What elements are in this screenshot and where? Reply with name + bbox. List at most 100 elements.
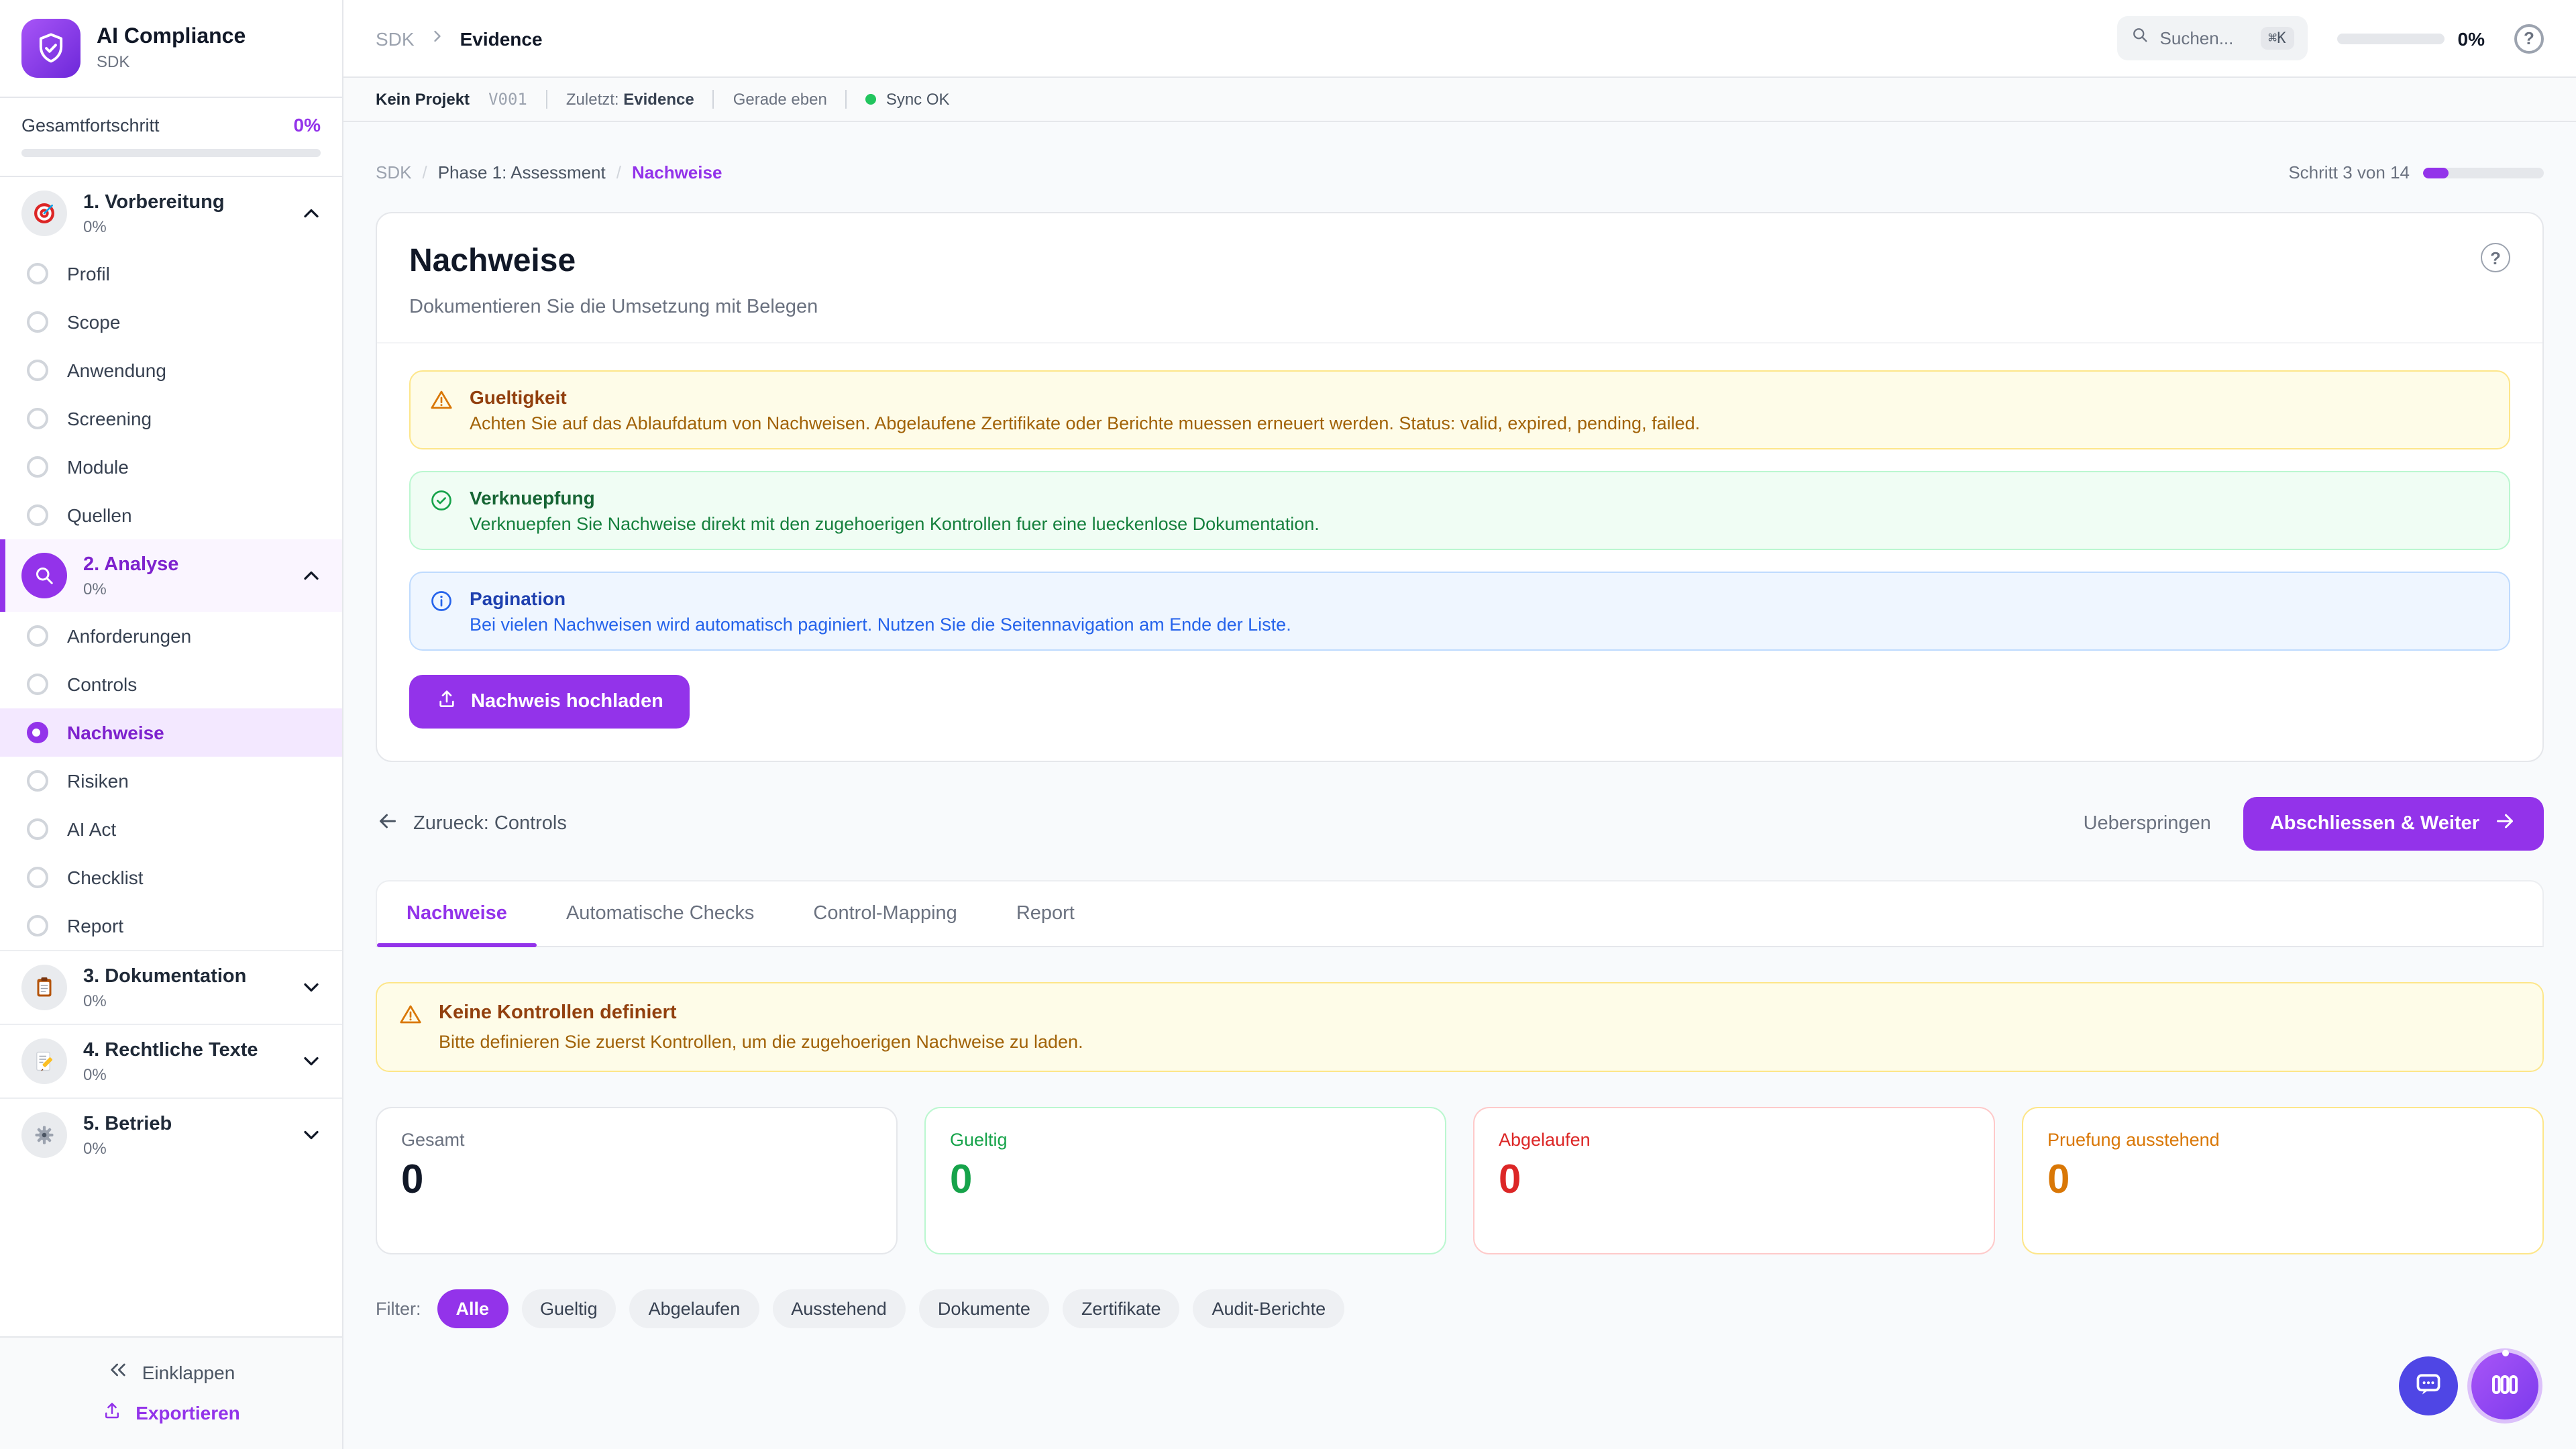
sidebar-item-quellen[interactable]: Quellen <box>0 491 342 539</box>
step-label: Schritt 3 von 14 <box>2288 162 2410 182</box>
collapse-label: Einklappen <box>142 1361 235 1383</box>
sidebar-footer: Einklappen Exportieren <box>0 1336 342 1449</box>
tab-report[interactable]: Report <box>987 881 1104 946</box>
sidebar-item-anwendung[interactable]: Anwendung <box>0 346 342 394</box>
page-title: Nachweise <box>409 243 818 280</box>
filter-pill-dokumente[interactable]: Dokumente <box>919 1289 1049 1328</box>
sidebar-item-nachweise[interactable]: Nachweise <box>0 708 342 757</box>
filter-pill-abgelaufen[interactable]: Abgelaufen <box>630 1289 759 1328</box>
divider <box>846 90 847 109</box>
info-box-text: Verknuepfen Sie Nachweise direkt mit den… <box>470 514 1320 534</box>
stat-card-pruefung-ausstehend: Pruefung ausstehend 0 <box>2022 1107 2544 1254</box>
main-area: SDK Evidence Suchen... ⌘K 0% ? Kein Proj… <box>343 0 2576 1449</box>
tab-control-mapping[interactable]: Control-Mapping <box>784 881 986 946</box>
sidebar-item-module[interactable]: Module <box>0 443 342 491</box>
sidebar-item-label: Checklist <box>67 867 144 888</box>
memo-icon <box>21 1038 67 1084</box>
filter-pill-zertifikate[interactable]: Zertifikate <box>1063 1289 1180 1328</box>
last-step: Zuletzt: Evidence <box>566 90 694 109</box>
section-title: 4. Rechtliche Texte <box>83 1040 258 1061</box>
sidebar-nav: 1. Vorbereitung 0% Profil Scope Anwendun… <box>0 177 342 1336</box>
sidebar-item-controls[interactable]: Controls <box>0 660 342 708</box>
card-help-icon[interactable]: ? <box>2481 243 2510 272</box>
radio-icon <box>27 915 48 936</box>
sidebar-item-label: Anforderungen <box>67 625 191 647</box>
collapse-sidebar-button[interactable]: Einklappen <box>107 1359 235 1385</box>
sidebar-item-scope[interactable]: Scope <box>0 298 342 346</box>
breadcrumb-current: Evidence <box>460 28 543 49</box>
chat-fab-button[interactable] <box>2399 1356 2458 1415</box>
complete-next-button[interactable]: Abschliessen & Weiter <box>2243 797 2544 851</box>
upload-icon <box>436 688 458 715</box>
sidebar-section-betrieb[interactable]: 5. Betrieb 0% <box>0 1097 342 1171</box>
overall-progress-label: Gesamtfortschritt <box>21 115 160 135</box>
sidebar-item-risiken[interactable]: Risiken <box>0 757 342 805</box>
sidebar-item-report[interactable]: Report <box>0 902 342 950</box>
warning-triangle-icon <box>429 386 453 433</box>
radio-selected-icon <box>27 722 48 743</box>
sidebar-section-analyse[interactable]: 2. Analyse 0% <box>0 539 342 612</box>
sidebar-item-label: AI Act <box>67 818 116 840</box>
columns-icon <box>2489 1368 2521 1404</box>
sidebar-item-ai-act[interactable]: AI Act <box>0 805 342 853</box>
help-icon[interactable]: ? <box>2514 23 2544 53</box>
chevron-up-icon <box>299 201 323 225</box>
radio-icon <box>27 867 48 888</box>
radio-icon <box>27 504 48 526</box>
tab-automatische-checks[interactable]: Automatische Checks <box>537 881 784 946</box>
section-percent: 0% <box>83 1065 283 1084</box>
sidebar-item-anforderungen[interactable]: Anforderungen <box>0 612 342 660</box>
sidebar-item-screening[interactable]: Screening <box>0 394 342 443</box>
columns-view-fab-button[interactable] <box>2471 1352 2538 1419</box>
sidebar-item-label: Nachweise <box>67 722 164 743</box>
radio-icon <box>27 770 48 792</box>
stat-label: Gesamt <box>401 1130 872 1150</box>
export-button[interactable]: Exportieren <box>102 1401 240 1425</box>
sidebar-section-rechtliche-texte[interactable]: 4. Rechtliche Texte 0% <box>0 1024 342 1097</box>
gear-icon <box>21 1112 67 1158</box>
stat-card-abgelaufen: Abgelaufen 0 <box>1473 1107 1995 1254</box>
section-title: 5. Betrieb <box>83 1114 172 1135</box>
breadcrumb-nachweise: Nachweise <box>632 162 722 182</box>
sidebar-item-label: Anwendung <box>67 360 166 381</box>
stat-value: 0 <box>2047 1158 2518 1203</box>
section-title: 2. Analyse <box>83 554 178 576</box>
sidebar-item-profil[interactable]: Profil <box>0 250 342 298</box>
breadcrumb-sdk[interactable]: SDK <box>376 162 411 182</box>
upload-evidence-button[interactable]: Nachweis hochladen <box>409 675 690 729</box>
divider <box>713 90 714 109</box>
overall-progress-value: 0% <box>294 114 321 136</box>
stat-value: 0 <box>950 1158 1421 1203</box>
section-percent: 0% <box>83 217 283 236</box>
breadcrumb-phase[interactable]: Phase 1: Assessment <box>438 162 606 182</box>
tab-nachweise[interactable]: Nachweise <box>377 881 537 946</box>
sidebar-item-label: Profil <box>67 263 110 284</box>
app-logo: AI Compliance SDK <box>0 0 342 97</box>
sidebar-item-label: Report <box>67 915 123 936</box>
sidebar-item-checklist[interactable]: Checklist <box>0 853 342 902</box>
filter-pill-alle[interactable]: Alle <box>437 1289 508 1328</box>
search-input[interactable]: Suchen... ⌘K <box>2117 16 2308 60</box>
radio-icon <box>27 674 48 695</box>
info-box-pagination: PaginationBei vielen Nachweisen wird aut… <box>409 572 2510 651</box>
filter-pill-ausstehend[interactable]: Ausstehend <box>772 1289 906 1328</box>
sync-ok-dot <box>866 94 877 105</box>
target-icon <box>21 191 67 236</box>
skip-button[interactable]: Ueberspringen <box>2084 813 2211 835</box>
filter-pill-audit-berichte[interactable]: Audit-Berichte <box>1193 1289 1345 1328</box>
section-percent: 0% <box>83 580 283 598</box>
upload-button-label: Nachweis hochladen <box>471 691 663 712</box>
stat-label: Gueltig <box>950 1130 1421 1150</box>
sidebar-section-dokumentation[interactable]: 3. Dokumentation 0% <box>0 950 342 1024</box>
info-box-text: Bei vielen Nachweisen wird automatisch p… <box>470 614 1291 635</box>
section-title: 3. Dokumentation <box>83 966 246 987</box>
sidebar-section-vorbereitung[interactable]: 1. Vorbereitung 0% <box>0 177 342 250</box>
breadcrumb-root[interactable]: SDK <box>376 28 415 49</box>
filter-pill-gueltig[interactable]: Gueltig <box>521 1289 616 1328</box>
export-label: Exportieren <box>136 1402 240 1424</box>
chevron-down-icon <box>299 1123 323 1147</box>
export-icon <box>102 1401 122 1425</box>
radio-icon <box>27 408 48 429</box>
back-link[interactable]: Zurueck: Controls <box>376 809 567 839</box>
stat-card-gesamt: Gesamt 0 <box>376 1107 898 1254</box>
